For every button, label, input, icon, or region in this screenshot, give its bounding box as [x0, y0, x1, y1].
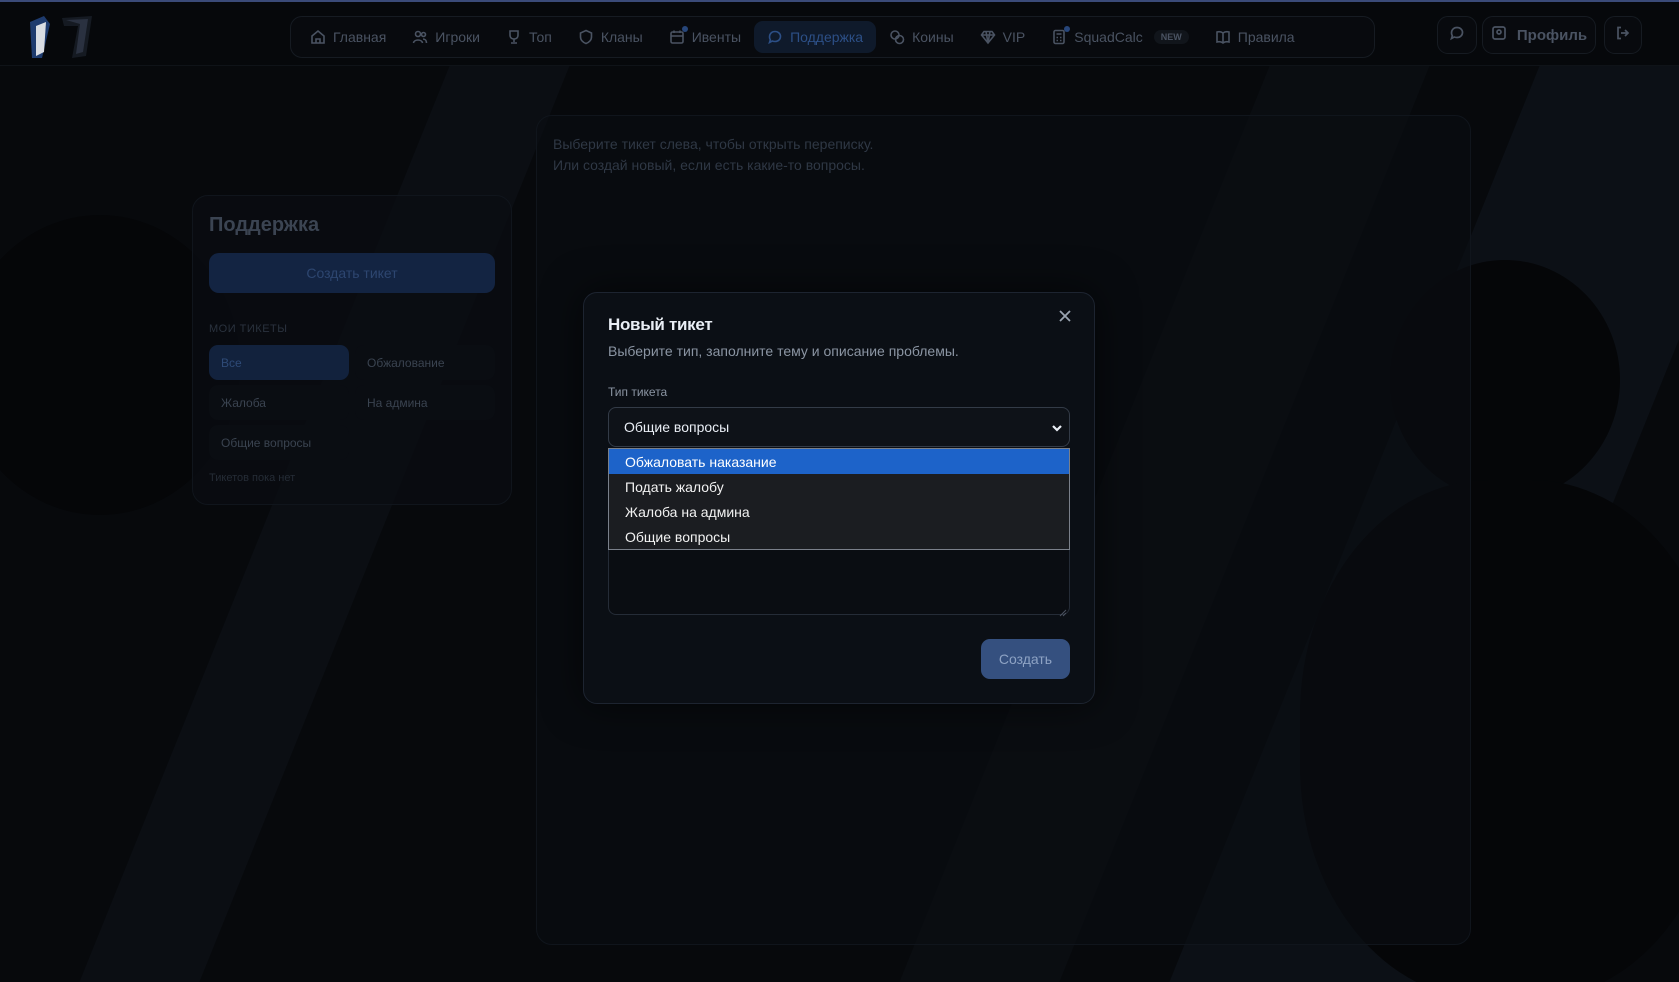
site-logo[interactable] — [22, 12, 94, 60]
ticket-type-value: Общие вопросы — [624, 419, 730, 435]
diamond-icon — [980, 29, 996, 45]
chat-icon — [1449, 25, 1465, 45]
my-tickets-label: МОИ ТИКЕТЫ — [209, 323, 288, 335]
empty-tickets-text: Тикетов пока нет — [209, 472, 296, 484]
nav-item-label: Ивенты — [691, 29, 742, 45]
top-navbar: Главная Игроки Топ Кланы Ивенты Поддержк… — [0, 0, 1679, 66]
nav-item-clans[interactable]: Кланы — [565, 21, 656, 53]
modal-subtitle: Выберите тип, заполните тему и описание … — [608, 343, 959, 359]
option-admin-complaint[interactable]: Жалоба на админа — [609, 499, 1069, 524]
modal-title: Новый тикет — [608, 315, 713, 334]
logout-button[interactable] — [1604, 16, 1642, 54]
nav-item-label: Поддержка — [790, 29, 864, 45]
ticket-filters: Все Обжалование Жалоба На админа Общие в… — [209, 345, 495, 460]
create-ticket-button[interactable]: Создать тикет — [209, 253, 495, 293]
logout-icon — [1615, 25, 1631, 45]
option-appeal[interactable]: Обжаловать наказание — [609, 449, 1069, 474]
filter-general[interactable]: Общие вопросы — [209, 425, 349, 460]
home-icon — [310, 29, 326, 45]
chat-hint-line2: Или создай новый, если есть какие-то воп… — [553, 157, 865, 173]
option-general[interactable]: Общие вопросы — [609, 524, 1069, 549]
chat-hint-line1: Выберите тикет слева, чтобы открыть пере… — [553, 136, 874, 152]
nav-item-squadcalc[interactable]: SquadCalc NEW — [1038, 21, 1202, 53]
nav-item-rules[interactable]: Правила — [1202, 21, 1308, 53]
nav-item-coins[interactable]: Коины — [876, 21, 967, 53]
trophy-icon — [506, 29, 522, 45]
ticket-type-label: Тип тикета — [608, 385, 668, 399]
option-complaint[interactable]: Подать жалобу — [609, 474, 1069, 499]
nav-item-label: Кланы — [600, 29, 643, 45]
sidebar-title: Поддержка — [209, 214, 320, 236]
filter-complaint[interactable]: Жалоба — [209, 385, 349, 420]
messages-button[interactable] — [1437, 16, 1477, 54]
profile-button[interactable]: Профиль — [1482, 16, 1596, 54]
description-textarea[interactable] — [608, 543, 1070, 617]
nav-item-support[interactable]: Поддержка — [754, 21, 877, 53]
nav-item-label: SquadCalc — [1074, 29, 1143, 45]
support-sidebar: Поддержка Создать тикет МОИ ТИКЕТЫ Все О… — [192, 195, 512, 505]
nav-item-players[interactable]: Игроки — [399, 21, 493, 53]
nav-item-label: Главная — [333, 29, 387, 45]
main-nav: Главная Игроки Топ Кланы Ивенты Поддержк… — [290, 16, 1375, 58]
ticket-type-dropdown: Обжаловать наказание Подать жалобу Жалоб… — [608, 448, 1070, 550]
nav-item-events[interactable]: Ивенты — [656, 21, 754, 53]
notification-dot — [1064, 26, 1071, 32]
chat-icon — [767, 29, 783, 45]
avatar-icon — [1491, 25, 1507, 45]
nav-item-vip[interactable]: VIP — [967, 21, 1039, 53]
shield-icon — [578, 29, 594, 45]
users-icon — [412, 29, 428, 45]
coins-icon — [889, 29, 905, 45]
filter-admin[interactable]: На админа — [355, 385, 495, 420]
close-icon — [1058, 310, 1072, 327]
nav-item-top[interactable]: Топ — [493, 21, 565, 53]
new-ticket-modal: Новый тикет Выберите тип, заполните тему… — [583, 292, 1095, 704]
nav-item-label: Правила — [1237, 29, 1295, 45]
create-button[interactable]: Создать — [981, 639, 1070, 679]
notification-dot — [681, 26, 688, 32]
calculator-icon — [1051, 26, 1071, 45]
chevron-down-icon — [1051, 421, 1063, 433]
nav-item-home[interactable]: Главная — [297, 21, 399, 53]
filter-all[interactable]: Все — [209, 345, 349, 380]
new-badge: NEW — [1153, 30, 1189, 44]
ticket-type-select[interactable]: Общие вопросы — [608, 407, 1070, 447]
profile-label: Профиль — [1516, 26, 1588, 44]
nav-item-label: VIP — [1002, 29, 1026, 45]
nav-item-label: Топ — [528, 29, 552, 45]
close-button[interactable] — [1058, 309, 1076, 327]
nav-item-label: Коины — [912, 29, 954, 45]
filter-appeal[interactable]: Обжалование — [355, 345, 495, 380]
calendar-icon — [669, 26, 688, 45]
nav-item-label: Игроки — [435, 29, 480, 45]
resize-handle-icon[interactable] — [1059, 604, 1067, 617]
book-icon — [1215, 29, 1231, 45]
